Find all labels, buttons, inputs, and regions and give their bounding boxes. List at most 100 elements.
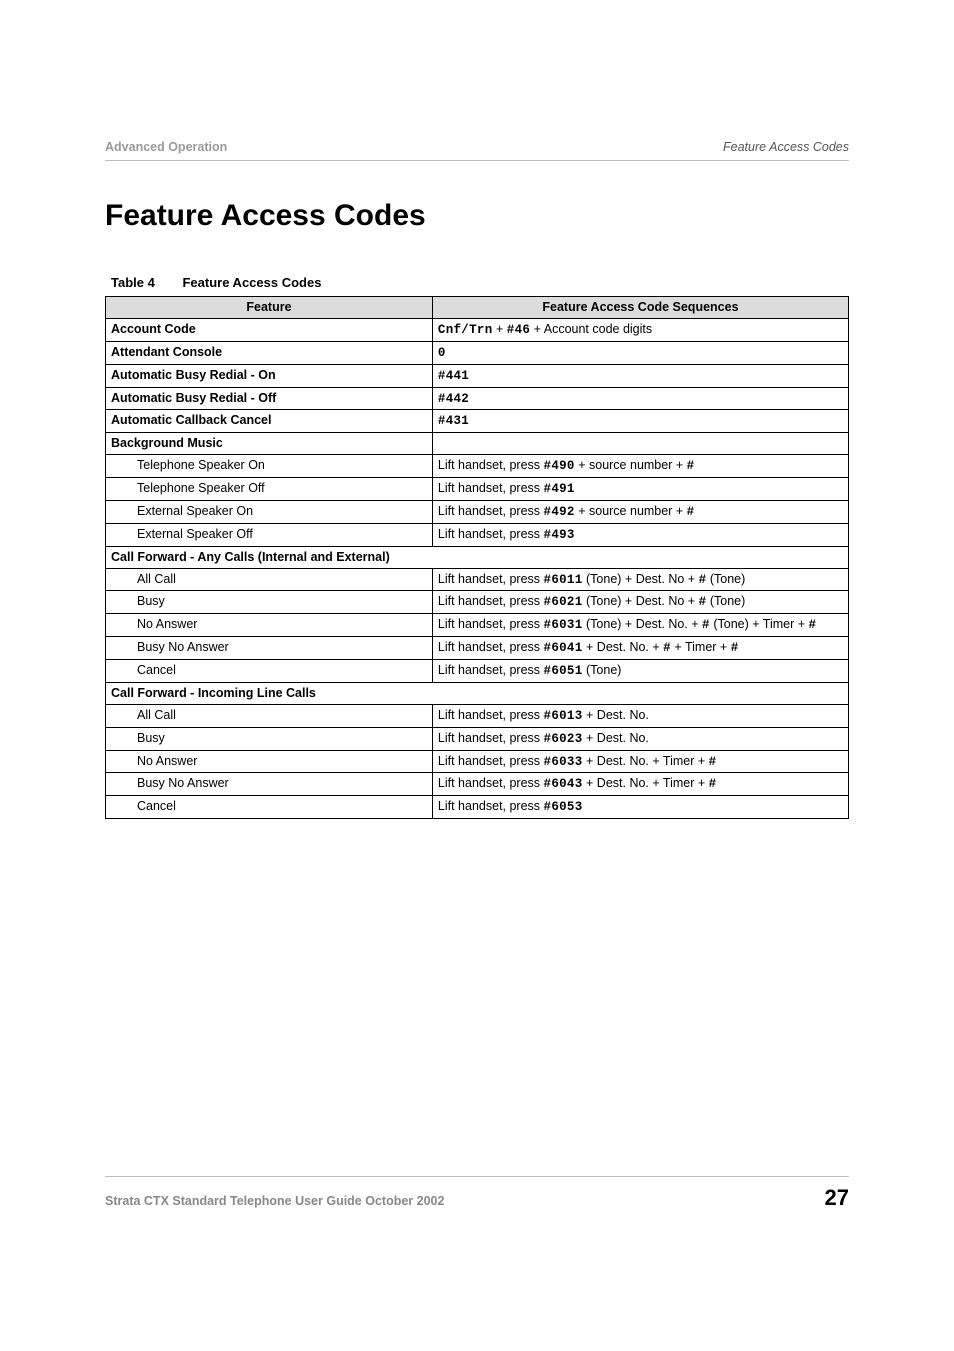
col-feature: Feature bbox=[106, 297, 433, 319]
table-row: Telephone Speaker On Lift handset, press… bbox=[106, 455, 849, 478]
table-row: Busy Lift handset, press #6023 + Dest. N… bbox=[106, 727, 849, 750]
feature-sub: No Answer bbox=[111, 616, 197, 633]
seq-text: + Dest. No. bbox=[583, 731, 649, 745]
seq-text: + source number + bbox=[575, 458, 687, 472]
feature-cell: All Call bbox=[106, 704, 433, 727]
code-text: # bbox=[687, 459, 695, 473]
code-text: #6033 bbox=[544, 755, 583, 769]
page-title: Feature Access Codes bbox=[105, 199, 849, 233]
feature-cell: All Call bbox=[106, 568, 433, 591]
feature-sub: Busy No Answer bbox=[111, 775, 229, 792]
feature-cell: Telephone Speaker Off bbox=[106, 478, 433, 501]
table-row: No Answer Lift handset, press #6031 (Ton… bbox=[106, 614, 849, 637]
seq-text: + Timer + bbox=[671, 640, 731, 654]
feature-sub: All Call bbox=[111, 707, 176, 724]
seq-text: + Dest. No. + Timer + bbox=[583, 754, 709, 768]
feature-sub: All Call bbox=[111, 571, 176, 588]
code-text: #6051 bbox=[544, 664, 583, 678]
page-footer: Strata CTX Standard Telephone User Guide… bbox=[105, 1176, 849, 1211]
table-caption: Table 4 Feature Access Codes bbox=[111, 275, 849, 290]
seq-text: + source number + bbox=[575, 504, 687, 518]
table-row: Automatic Callback Cancel #431 bbox=[106, 410, 849, 433]
sequence-cell: Lift handset, press #6051 (Tone) bbox=[432, 660, 848, 683]
seq-text: + Dest. No. + Timer + bbox=[583, 776, 709, 790]
code-text: #6011 bbox=[544, 573, 583, 587]
code-text: Cnf/Trn bbox=[438, 323, 493, 337]
code-text: #6021 bbox=[544, 595, 583, 609]
seq-text: + bbox=[493, 322, 507, 336]
code-text: #441 bbox=[438, 369, 469, 383]
table-row: Attendant Console 0 bbox=[106, 341, 849, 364]
feature-sub: Telephone Speaker Off bbox=[111, 480, 265, 497]
seq-text: (Tone) + Dest. No + bbox=[583, 594, 699, 608]
sequence-cell: Cnf/Trn + #46 + Account code digits bbox=[432, 318, 848, 341]
feature-sub: Busy bbox=[111, 730, 165, 747]
feature-cell: Automatic Busy Redial - On bbox=[106, 364, 433, 387]
code-text: #6041 bbox=[544, 641, 583, 655]
seq-text: (Tone) + Dest. No + bbox=[583, 572, 699, 586]
col-sequence: Feature Access Code Sequences bbox=[432, 297, 848, 319]
feature-cell: Account Code bbox=[106, 318, 433, 341]
feature-cell: Cancel bbox=[106, 796, 433, 819]
feature-sub: Cancel bbox=[111, 662, 176, 679]
feature-cell: External Speaker On bbox=[106, 500, 433, 523]
feature-cell: Telephone Speaker On bbox=[106, 455, 433, 478]
feature-cell: Automatic Callback Cancel bbox=[106, 410, 433, 433]
table-number: Table 4 bbox=[111, 275, 155, 290]
table-row: All Call Lift handset, press #6011 (Tone… bbox=[106, 568, 849, 591]
feature-cell: No Answer bbox=[106, 614, 433, 637]
feature-sub: No Answer bbox=[111, 753, 197, 770]
feature-sub: Telephone Speaker On bbox=[111, 457, 265, 474]
code-text: #6053 bbox=[544, 800, 583, 814]
code-text: #6013 bbox=[544, 709, 583, 723]
seq-text: (Tone) bbox=[706, 572, 745, 586]
seq-text: Lift handset, press bbox=[438, 504, 544, 518]
seq-text: (Tone) + Dest. No. + bbox=[583, 617, 703, 631]
sequence-cell bbox=[432, 433, 848, 455]
feature-section: Call Forward - Any Calls (Internal and E… bbox=[106, 546, 849, 568]
seq-text: + Dest. No. + bbox=[583, 640, 664, 654]
seq-text: (Tone) bbox=[583, 663, 622, 677]
code-text: #431 bbox=[438, 414, 469, 428]
sequence-cell: Lift handset, press #491 bbox=[432, 478, 848, 501]
table-row: Call Forward - Any Calls (Internal and E… bbox=[106, 546, 849, 568]
sequence-cell: Lift handset, press #6021 (Tone) + Dest.… bbox=[432, 591, 848, 614]
seq-text: + Dest. No. bbox=[583, 708, 649, 722]
sequence-cell: Lift handset, press #492 + source number… bbox=[432, 500, 848, 523]
feature-cell: Cancel bbox=[106, 660, 433, 683]
sequence-cell: Lift handset, press #490 + source number… bbox=[432, 455, 848, 478]
code-text: # bbox=[709, 777, 717, 791]
feature-section: Call Forward - Incoming Line Calls bbox=[106, 682, 849, 704]
sequence-cell: Lift handset, press #493 bbox=[432, 523, 848, 546]
code-text: #493 bbox=[544, 528, 575, 542]
sequence-cell: Lift handset, press #6013 + Dest. No. bbox=[432, 704, 848, 727]
code-text: # bbox=[687, 505, 695, 519]
table-row: Automatic Busy Redial - On #441 bbox=[106, 364, 849, 387]
code-text: #6043 bbox=[544, 777, 583, 791]
table-row: Busy Lift handset, press #6021 (Tone) + … bbox=[106, 591, 849, 614]
feature-cell: Attendant Console bbox=[106, 341, 433, 364]
header-right: Feature Access Codes bbox=[723, 140, 849, 154]
code-text: # bbox=[809, 618, 817, 632]
code-text: # bbox=[702, 618, 710, 632]
table-row: Cancel Lift handset, press #6051 (Tone) bbox=[106, 660, 849, 683]
seq-text: Lift handset, press bbox=[438, 458, 544, 472]
seq-text: + Account code digits bbox=[530, 322, 652, 336]
sequence-cell: Lift handset, press #6053 bbox=[432, 796, 848, 819]
table-row: Call Forward - Incoming Line Calls bbox=[106, 682, 849, 704]
code-text: #6031 bbox=[544, 618, 583, 632]
feature-sub: External Speaker Off bbox=[111, 526, 253, 543]
table-caption-text: Feature Access Codes bbox=[182, 275, 321, 290]
seq-text: Lift handset, press bbox=[438, 572, 544, 586]
table-row: External Speaker Off Lift handset, press… bbox=[106, 523, 849, 546]
sequence-cell: Lift handset, press #6011 (Tone) + Dest.… bbox=[432, 568, 848, 591]
sequence-cell: #442 bbox=[432, 387, 848, 410]
code-text: #490 bbox=[544, 459, 575, 473]
seq-text: Lift handset, press bbox=[438, 776, 544, 790]
code-text: #6023 bbox=[544, 732, 583, 746]
seq-text: Lift handset, press bbox=[438, 799, 544, 813]
sequence-cell: Lift handset, press #6043 + Dest. No. + … bbox=[432, 773, 848, 796]
seq-text: Lift handset, press bbox=[438, 617, 544, 631]
code-text: #492 bbox=[544, 505, 575, 519]
table-row: Busy No Answer Lift handset, press #6043… bbox=[106, 773, 849, 796]
